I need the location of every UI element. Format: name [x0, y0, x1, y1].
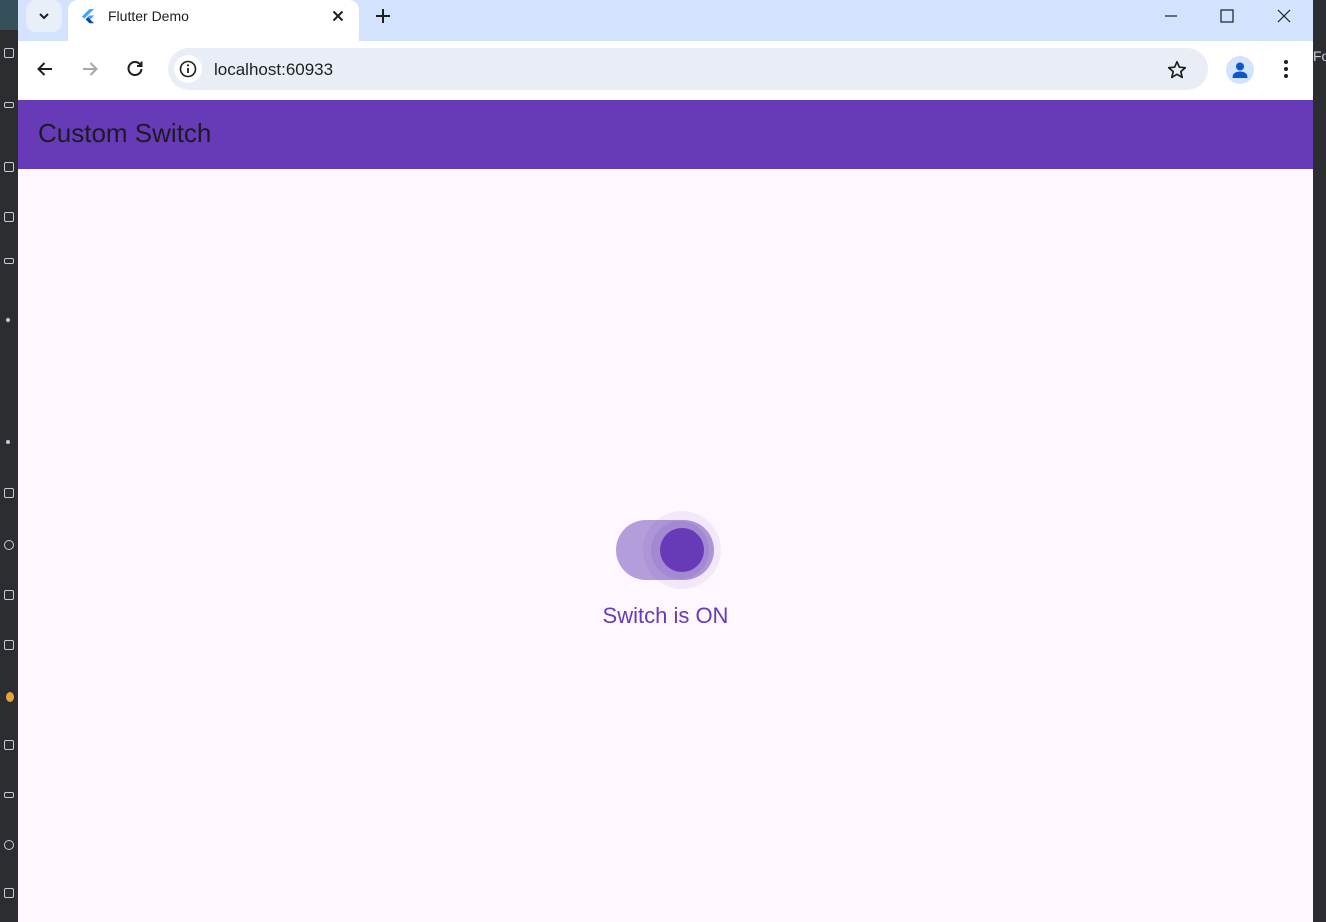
app-bar-title: Custom Switch	[38, 118, 212, 148]
browser-titlebar: Flutter Demo	[18, 0, 1313, 41]
services-icon[interactable]	[4, 590, 14, 600]
flutter-logo-icon	[82, 9, 94, 24]
url-text[interactable]: localhost:60933	[214, 60, 333, 80]
reload-icon	[127, 61, 143, 76]
reload-button[interactable]	[123, 57, 147, 81]
custom-switch-toggle[interactable]	[616, 511, 721, 589]
address-bar[interactable]: localhost:60933	[168, 48, 1208, 90]
app-bar: Custom Switch	[18, 100, 1313, 169]
tab-title: Flutter Demo	[108, 8, 189, 24]
browser-window: Flutter Demo localhost:60933 Custom Swit…	[18, 0, 1313, 922]
problems-icon[interactable]	[4, 888, 14, 898]
browser-toolbar: localhost:60933	[18, 41, 1313, 100]
bookmark-button[interactable]	[1165, 58, 1189, 82]
ide-left-toolbar	[0, 0, 18, 922]
maximize-button[interactable]	[1215, 4, 1239, 28]
document-icon[interactable]	[4, 740, 14, 750]
flutter-inspector-icon[interactable]	[6, 692, 14, 702]
commit-icon[interactable]	[4, 102, 14, 108]
switch-thumb[interactable]	[660, 528, 704, 572]
minimize-icon	[1165, 15, 1177, 17]
more-dots-icon[interactable]	[6, 318, 10, 322]
terminal-icon[interactable]	[4, 840, 14, 850]
arrow-right-icon	[83, 62, 98, 76]
arrow-left-icon	[37, 62, 52, 76]
switch-status-text: Switch is ON	[602, 603, 729, 628]
structure-icon[interactable]	[4, 162, 14, 172]
file-icon[interactable]	[4, 212, 14, 222]
profile-button[interactable]	[1226, 56, 1254, 84]
flutter-app-page: Custom Switch Switch is ON	[18, 100, 1313, 922]
new-tab-button[interactable]	[372, 5, 394, 27]
ide-top-strip	[0, 0, 18, 30]
branch-icon[interactable]	[4, 258, 14, 264]
info-icon	[179, 60, 197, 78]
list-icon[interactable]	[4, 792, 14, 798]
site-info-button[interactable]	[174, 55, 202, 83]
forward-button[interactable]	[78, 57, 102, 81]
tab-close-button[interactable]	[328, 6, 348, 26]
back-button[interactable]	[33, 57, 57, 81]
ide-right-label: Fo	[1313, 48, 1326, 64]
ide-right-edge: Fo	[1313, 0, 1326, 922]
run-icon[interactable]	[4, 488, 14, 498]
more-vert-icon	[1284, 60, 1288, 78]
browser-tab[interactable]: Flutter Demo	[68, 0, 359, 41]
tab-search-button[interactable]	[26, 0, 62, 32]
chevron-down-icon	[39, 13, 49, 20]
close-window-button[interactable]	[1272, 4, 1296, 28]
code-icon[interactable]	[4, 640, 14, 650]
debug-icon[interactable]	[4, 540, 14, 550]
close-icon	[1277, 9, 1291, 23]
plus-icon	[376, 9, 390, 23]
browser-menu-button[interactable]	[1274, 57, 1298, 81]
maximize-icon	[1220, 9, 1234, 23]
minimize-button[interactable]	[1159, 4, 1183, 28]
more-vert-icon[interactable]	[6, 440, 10, 444]
person-icon	[1232, 62, 1248, 78]
close-icon	[332, 10, 344, 22]
star-icon	[1167, 60, 1187, 79]
project-icon[interactable]	[4, 48, 14, 58]
